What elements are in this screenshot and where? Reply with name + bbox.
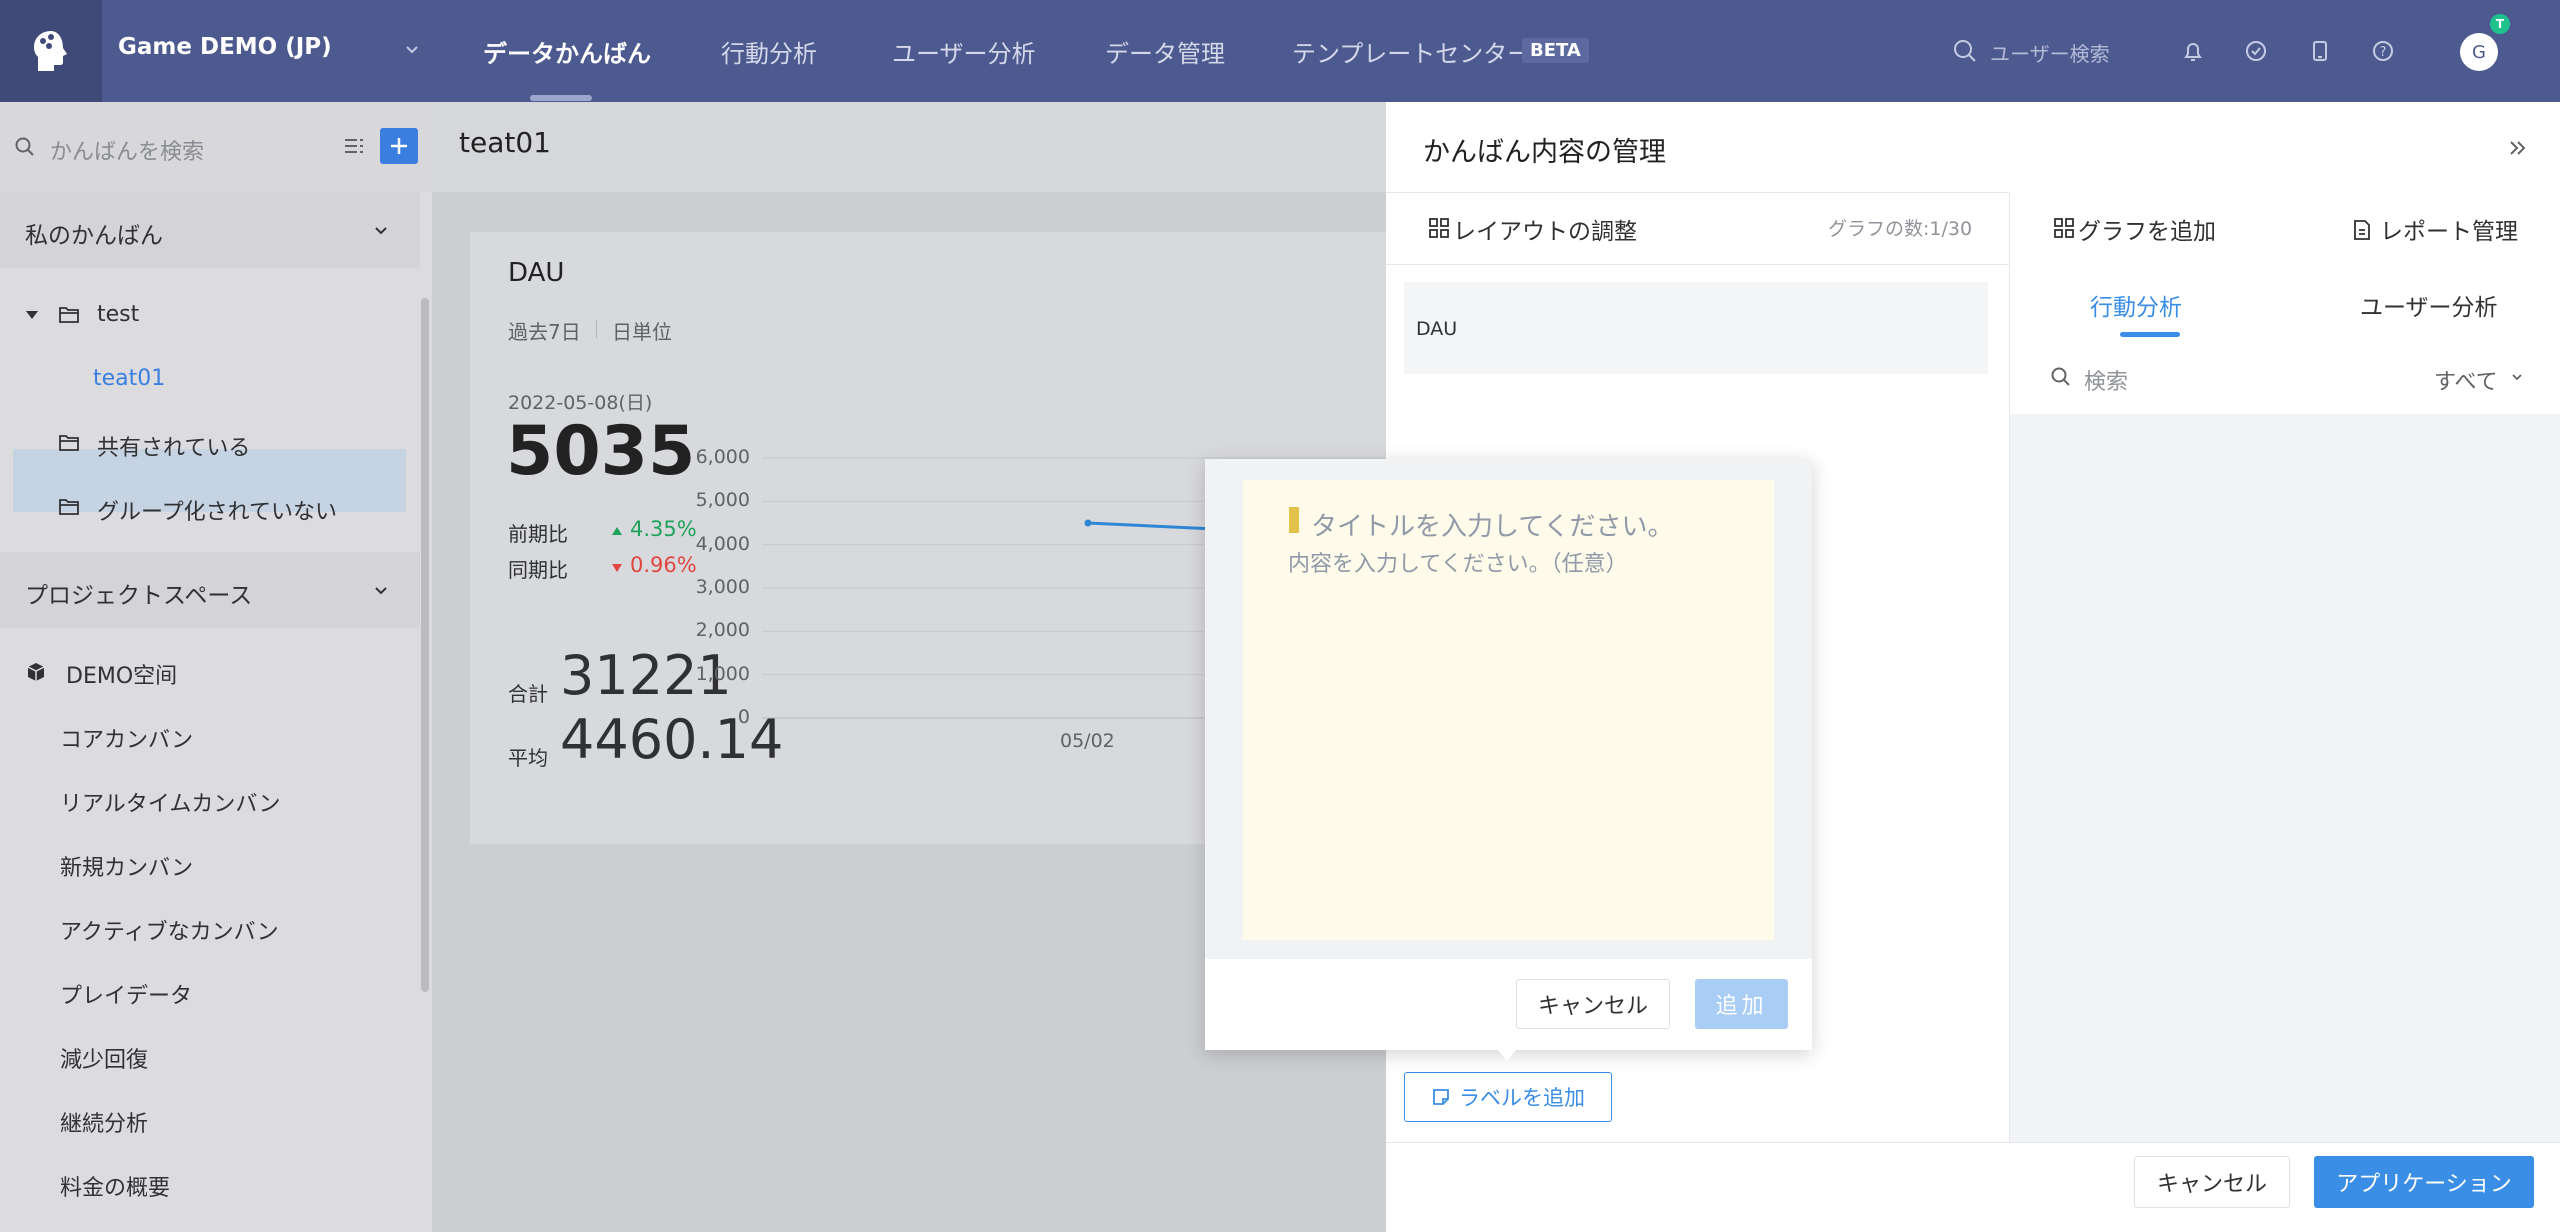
- svg-text:?: ?: [2380, 45, 2387, 60]
- report-icon: [2354, 220, 2370, 240]
- divider: [1386, 1142, 2560, 1143]
- search-icon: [2051, 367, 2070, 386]
- add-label-text: ラベルを追加: [1459, 1086, 1585, 1110]
- note-title-input[interactable]: タイトルを入力してください。: [1311, 506, 1673, 543]
- x-tick-label: 05/02: [1060, 730, 1115, 752]
- folder-ungrouped[interactable]: グループ化されていない: [97, 494, 337, 526]
- nav-behavior-analysis[interactable]: 行動分析: [721, 34, 817, 69]
- sidebar-item-decline-recovery[interactable]: 減少回復: [60, 1042, 148, 1074]
- folder-icon: [59, 499, 79, 515]
- sidebar-item-core-kanban[interactable]: コアカンバン: [60, 722, 193, 754]
- kanban-item-teat01[interactable]: teat01: [93, 366, 165, 391]
- cancel-button[interactable]: キャンセル: [2134, 1156, 2290, 1208]
- sidebar-item-revenue-overview[interactable]: 料金の概要: [60, 1170, 170, 1202]
- filter-dropdown[interactable]: すべて: [2434, 364, 2498, 396]
- folder-test[interactable]: test: [97, 302, 139, 327]
- folder-icon: [59, 435, 79, 451]
- add-kanban-button[interactable]: [380, 128, 418, 164]
- app-logo[interactable]: [0, 0, 102, 102]
- note-icon: [1433, 1089, 1449, 1105]
- project-space-label: プロジェクトスペース: [25, 583, 253, 609]
- nav-template-center[interactable]: テンプレートセンター: [1292, 34, 1531, 69]
- sidebar-item-retention-analysis[interactable]: 継続分析: [60, 1106, 148, 1138]
- nav-active-indicator: [530, 95, 592, 101]
- user-avatar[interactable]: G: [2460, 33, 2498, 71]
- help-icon[interactable]: ?: [2370, 38, 2396, 64]
- sidebar-scrollbar[interactable]: [421, 298, 429, 992]
- project-space-section[interactable]: プロジェクトスペース: [0, 552, 420, 628]
- add-label-popover: タイトルを入力してください。 内容を入力してください。（任意） キャンセル 追加: [1205, 459, 1812, 1050]
- beta-badge: BETA: [1522, 38, 1589, 63]
- page-title: teat01: [459, 126, 551, 159]
- nav-user-analysis[interactable]: ユーザー分析: [892, 34, 1036, 69]
- graph-search-bar: 検索 すべて: [2010, 340, 2560, 414]
- cube-icon: [27, 663, 45, 681]
- user-search-input[interactable]: ユーザー検索: [1990, 38, 2110, 67]
- active-tab-indicator: [2120, 332, 2180, 337]
- chevron-down-icon[interactable]: [402, 40, 422, 60]
- tab-behavior-analysis[interactable]: 行動分析: [2090, 288, 2182, 322]
- plus-icon: [391, 138, 407, 154]
- panel-title: かんばん内容の管理: [1423, 137, 1666, 168]
- sidebar-item-play-data[interactable]: プレイデータ: [60, 978, 192, 1010]
- triangle-down-icon[interactable]: [24, 307, 40, 323]
- mobile-icon[interactable]: [2307, 38, 2333, 64]
- nav-data-management[interactable]: データ管理: [1105, 34, 1225, 69]
- analysis-tabs: 行動分析 ユーザー分析: [2010, 264, 2560, 340]
- check-circle-icon[interactable]: [2243, 38, 2269, 64]
- my-kanban-section[interactable]: 私のかんばん: [0, 192, 420, 268]
- kanban-search-input[interactable]: かんばんを検索: [50, 134, 204, 166]
- popover-arrow: [1497, 1049, 1517, 1061]
- chevron-down-icon: [375, 227, 387, 235]
- graph-search-input[interactable]: 検索: [2084, 364, 2128, 396]
- kanban-sidebar: かんばんを検索 私のかんばん test teat01 共有されている グループ化…: [0, 102, 432, 1232]
- report-management-button[interactable]: レポート管理: [2380, 212, 2518, 246]
- layout-item-label: DAU: [1416, 318, 1458, 340]
- nav-data-kanban[interactable]: データかんばん: [483, 34, 651, 69]
- search-icon[interactable]: [1952, 38, 1978, 64]
- note-accent-bar: [1289, 507, 1299, 533]
- layout-item-dau[interactable]: DAU: [1404, 282, 1988, 374]
- graph-count: グラフの数:1/30: [1828, 218, 1973, 240]
- tab-user-analysis[interactable]: ユーザー分析: [2360, 288, 2498, 322]
- sidebar-item-active-kanban[interactable]: アクティブなカンバン: [60, 914, 279, 946]
- bell-icon[interactable]: [2180, 38, 2206, 64]
- add-label-button[interactable]: ラベルを追加: [1404, 1072, 1612, 1122]
- my-kanban-label: 私のかんばん: [25, 223, 163, 249]
- sidebar-item-new-kanban[interactable]: 新規カンバン: [60, 850, 193, 882]
- list-sort-icon[interactable]: [342, 135, 366, 159]
- avatar-badge: T: [2490, 14, 2510, 34]
- grid-icon: [1429, 218, 1449, 238]
- double-chevron-right-icon[interactable]: [2506, 136, 2530, 160]
- popover-add-button[interactable]: 追加: [1695, 979, 1788, 1029]
- folder-shared[interactable]: 共有されている: [97, 430, 250, 462]
- note-body-input[interactable]: 内容を入力してください。（任意）: [1288, 546, 1628, 578]
- chevron-down-icon[interactable]: [2510, 370, 2524, 384]
- apply-button[interactable]: アプリケーション: [2314, 1156, 2534, 1208]
- sidebar-item-realtime-kanban[interactable]: リアルタイムカンバン: [60, 786, 280, 818]
- popover-footer: キャンセル 追加: [1205, 959, 1812, 1050]
- demo-space-label[interactable]: DEMO空间: [66, 658, 177, 690]
- folder-icon: [59, 307, 79, 323]
- grid-icon: [2054, 218, 2074, 238]
- project-name[interactable]: Game DEMO (JP): [118, 34, 332, 60]
- brain-head-logo-icon: [34, 31, 67, 71]
- divider: [1386, 264, 2009, 265]
- search-icon: [15, 137, 34, 156]
- data-point[interactable]: [1084, 519, 1092, 527]
- chevron-down-icon: [375, 587, 387, 595]
- note-editor[interactable]: タイトルを入力してください。 内容を入力してください。（任意）: [1243, 480, 1774, 940]
- top-navigation-bar: Game DEMO (JP) データかんばん 行動分析 ユーザー分析 データ管理…: [0, 0, 2560, 102]
- main-header: teat01: [432, 102, 1386, 192]
- add-graph-button[interactable]: グラフを追加: [2078, 212, 2216, 246]
- layout-adjust-label: レイアウトの調整: [1453, 219, 1637, 245]
- sidebar-search-row: かんばんを検索: [0, 102, 432, 192]
- popover-cancel-button[interactable]: キャンセル: [1516, 979, 1670, 1029]
